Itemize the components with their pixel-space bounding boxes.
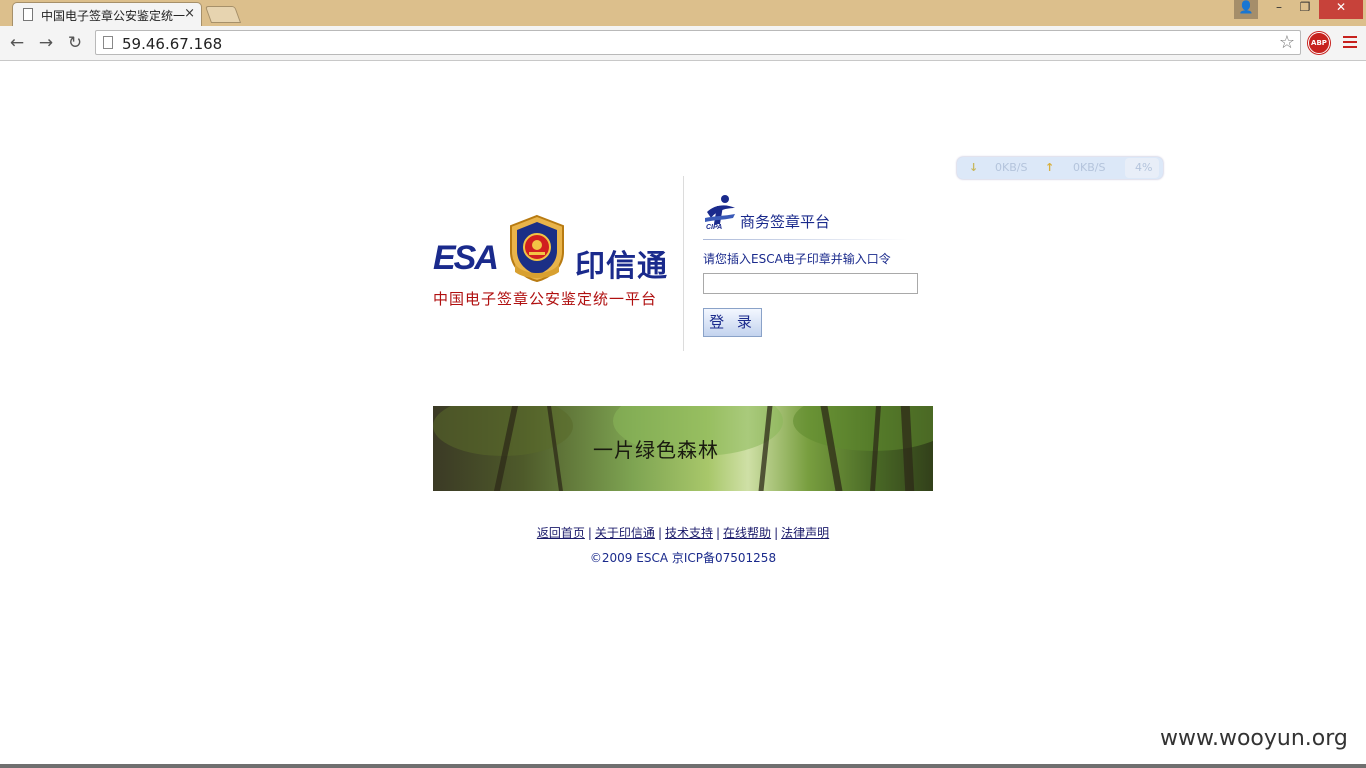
new-tab-button[interactable] xyxy=(204,6,242,23)
bookmark-star-icon[interactable]: ☆ xyxy=(1279,32,1295,53)
police-emblem-icon xyxy=(510,214,564,282)
link-legal[interactable]: 法律声明 xyxy=(781,526,829,540)
footer-links: 返回首页 | 关于印信通 | 技术支持 | 在线帮助 | 法律声明 xyxy=(0,524,1366,541)
svg-text:CIPA: CIPA xyxy=(706,224,722,230)
upload-arrow-icon: ↑ xyxy=(1045,161,1055,174)
download-speed: 0KB/S xyxy=(995,161,1028,174)
separator: | xyxy=(716,526,721,540)
usage-percent: 4% xyxy=(1135,161,1153,174)
link-help[interactable]: 在线帮助 xyxy=(723,526,771,540)
window-titlebar: 中国电子签章公安鉴定统一 × 👤 – ❐ ✕ xyxy=(0,0,1366,26)
link-home[interactable]: 返回首页 xyxy=(537,526,585,540)
minimize-button[interactable]: – xyxy=(1266,0,1292,19)
maximize-button[interactable]: ❐ xyxy=(1292,0,1318,19)
platform-title: 商务签章平台 xyxy=(740,213,831,231)
brand-subtitle: 中国电子签章公安鉴定统一平台 xyxy=(433,290,658,308)
address-bar[interactable]: ☆ xyxy=(95,30,1301,55)
close-window-button[interactable]: ✕ xyxy=(1319,0,1363,19)
password-input[interactable] xyxy=(703,273,918,294)
brand-name: 印信通 xyxy=(575,249,668,284)
browser-menu-icon[interactable] xyxy=(1343,36,1357,51)
reload-icon[interactable]: ↻ xyxy=(65,33,85,53)
banner-caption: 一片绿色森林 xyxy=(593,438,719,462)
page-icon xyxy=(103,36,113,49)
browser-tab[interactable]: 中国电子签章公安鉴定统一 × xyxy=(12,2,202,26)
download-arrow-icon: ↓ xyxy=(969,161,979,174)
adblock-plus-icon[interactable]: ABP xyxy=(1308,32,1330,54)
tab-close-icon[interactable]: × xyxy=(184,6,195,21)
esa-logo: ESA 印信通 中国电子签章公安鉴定统一平台 xyxy=(433,212,673,312)
cipa-logo-icon: CIPA xyxy=(705,195,735,230)
back-icon[interactable]: ← xyxy=(7,33,27,53)
network-speed-widget: ↓ 0KB/S ↑ 0KB/S 4% xyxy=(957,157,1163,179)
tab-title: 中国电子签章公安鉴定统一 xyxy=(41,9,186,23)
page-icon xyxy=(23,8,33,21)
forward-icon[interactable]: → xyxy=(36,33,56,53)
vertical-divider xyxy=(683,176,684,351)
address-input[interactable] xyxy=(120,33,1274,54)
browser-toolbar: ← → ↻ ☆ ABP xyxy=(0,26,1366,61)
forest-banner: 一片绿色森林 xyxy=(433,406,933,491)
link-support[interactable]: 技术支持 xyxy=(665,526,713,540)
title-underline xyxy=(703,239,908,240)
watermark: www.wooyun.org xyxy=(1160,726,1348,751)
foliage-shape xyxy=(793,406,933,451)
separator: | xyxy=(587,526,592,540)
copyright: ©2009 ESCA 京ICP备07501258 xyxy=(589,551,777,565)
user-icon[interactable]: 👤 xyxy=(1234,0,1258,19)
separator: | xyxy=(657,526,662,540)
esa-wordmark: ESA xyxy=(433,239,499,277)
password-prompt: 请您插入ESCA电子印章并输入口令 xyxy=(703,252,891,266)
taskbar-edge xyxy=(0,764,1366,768)
upload-speed: 0KB/S xyxy=(1073,161,1106,174)
login-button[interactable]: 登 录 xyxy=(703,308,762,337)
separator: | xyxy=(774,526,779,540)
link-about[interactable]: 关于印信通 xyxy=(595,526,655,540)
